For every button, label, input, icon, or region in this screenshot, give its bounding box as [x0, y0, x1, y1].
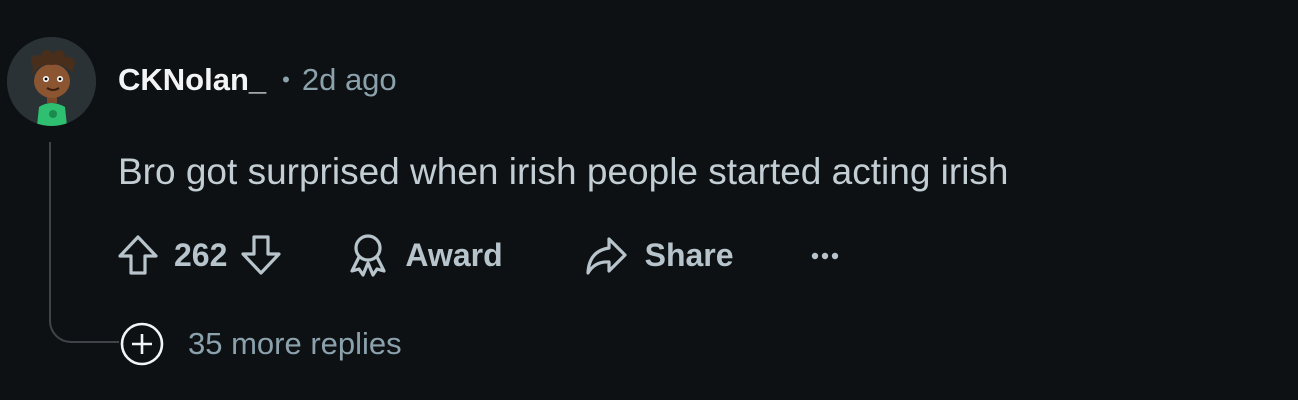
arrow-down-icon: [241, 235, 281, 275]
more-replies-button[interactable]: 35 more replies: [120, 322, 402, 366]
plus-circle-icon: [120, 322, 164, 366]
comment-actions: 262 Award Share: [114, 228, 840, 282]
user-avatar[interactable]: [7, 37, 96, 126]
award-button[interactable]: Award: [347, 231, 503, 279]
share-icon: [583, 231, 629, 279]
meta-separator: •: [282, 67, 290, 92]
more-replies-label: 35 more replies: [188, 326, 402, 361]
thread-connector: [49, 290, 119, 343]
comment-body: Bro got surprised when irish people star…: [118, 151, 1009, 192]
upvote-button[interactable]: [114, 231, 162, 279]
award-icon: [347, 231, 389, 279]
share-label: Share: [644, 236, 734, 273]
timestamp[interactable]: 2d ago: [302, 62, 397, 98]
thread-line: [49, 142, 51, 308]
share-button[interactable]: Share: [583, 231, 734, 279]
vote-score: 262: [174, 236, 228, 273]
arrow-up-icon: [118, 235, 158, 275]
comment: CKNolan_ • 2d ago Bro got surprised when…: [0, 0, 1298, 400]
comment-meta: CKNolan_ • 2d ago: [118, 58, 397, 102]
ellipsis-icon: [811, 252, 838, 260]
username-link[interactable]: CKNolan_: [118, 62, 266, 98]
award-label: Award: [405, 236, 503, 273]
downvote-button[interactable]: [237, 231, 285, 279]
avatar-image: [7, 37, 96, 126]
more-options-button[interactable]: [810, 231, 840, 279]
